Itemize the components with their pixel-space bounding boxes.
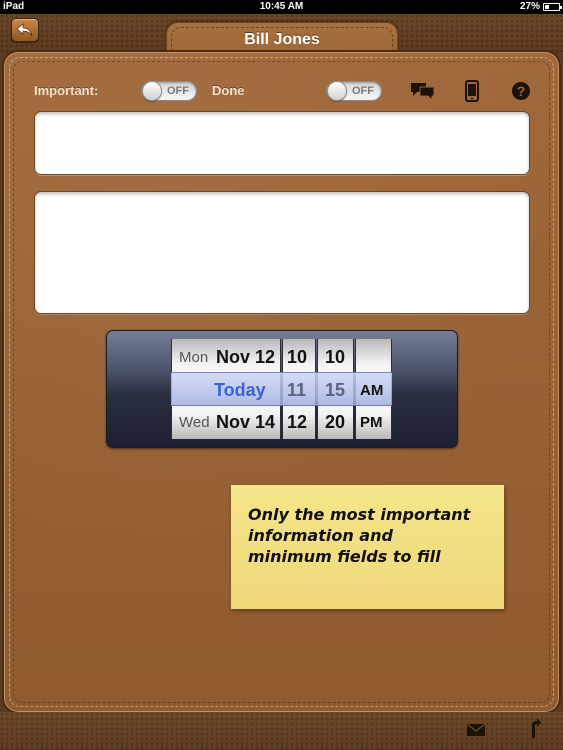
important-toggle-state: OFF (167, 85, 189, 97)
picker-ampm: PM (360, 414, 383, 431)
battery-status: 27% (519, 0, 562, 14)
note-line: Only the most important (248, 505, 471, 524)
toggle-knob (142, 81, 162, 101)
picker-date: Nov 14 (216, 412, 276, 432)
status-bar: iPad 10:45 AM 27% (0, 0, 563, 14)
mail-icon (466, 723, 486, 736)
picker-minute: 10 (325, 347, 346, 367)
important-toggle[interactable]: OFF (141, 81, 197, 101)
picker-date: Nov 12 (216, 347, 276, 367)
done-toggle-state: OFF (352, 85, 374, 97)
mail-button[interactable] (463, 718, 489, 742)
back-button[interactable] (11, 18, 39, 42)
note-text: Only the most important information and … (248, 504, 493, 567)
picker-hour: 12 (287, 412, 308, 432)
subject-field[interactable] (34, 111, 530, 175)
picker-hour-selected: 11 (287, 380, 307, 400)
done-toggle[interactable]: OFF (326, 81, 382, 101)
picker-date-selected: Today (214, 380, 266, 400)
page-title: Bill Jones (244, 31, 320, 48)
share-button[interactable] (521, 716, 547, 740)
help-button[interactable]: ? (508, 79, 534, 103)
done-label: Done (212, 83, 245, 98)
picker-weekday: Mon (179, 349, 209, 366)
sticky-note: Only the most important information and … (231, 485, 504, 609)
battery-icon (543, 3, 562, 11)
messages-button[interactable] (410, 79, 436, 103)
chat-bubbles-icon (411, 83, 435, 101)
important-label: Important: (34, 83, 99, 98)
picker-minute: 20 (325, 412, 346, 432)
toggle-knob (327, 81, 347, 101)
phone-device-icon (465, 80, 479, 102)
phone-button[interactable] (459, 79, 485, 103)
notes-field[interactable] (34, 191, 530, 314)
picker-ampm-selected: AM (360, 382, 384, 399)
status-time: 10:45 AM (259, 1, 304, 12)
help-icon: ? (512, 82, 530, 100)
share-icon (532, 718, 541, 738)
note-line: information and (248, 526, 393, 545)
picker-minute-selected: 15 (325, 380, 346, 400)
battery-percent: 27% (519, 1, 540, 12)
picker-selection-bar (171, 372, 392, 406)
picker-hour: 10 (287, 347, 308, 367)
picker-weekday: Wed (179, 414, 210, 431)
note-line: minimum fields to fill (248, 547, 441, 566)
svg-text:?: ? (517, 83, 526, 99)
back-arrow-icon (16, 23, 33, 37)
